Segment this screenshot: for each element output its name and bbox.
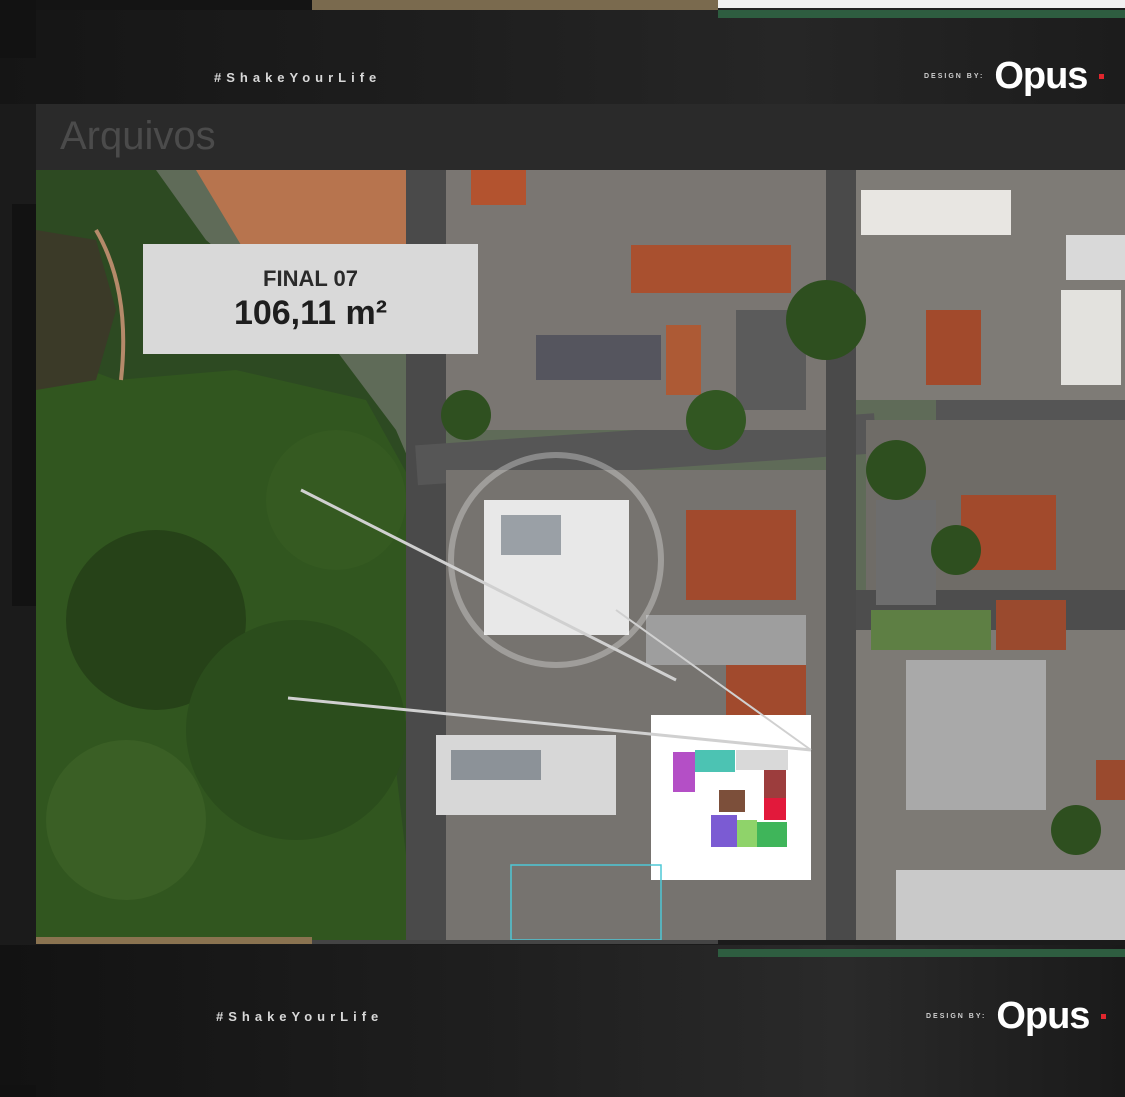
unit-area: 106,11 m²: [233, 293, 388, 332]
footer-brand: DESIGN BY: Opus: [926, 995, 1107, 1038]
unit-info-box: FINAL 07 106,11 m²: [143, 244, 478, 354]
mid-left-gutter: [0, 104, 36, 170]
bottom-stripe-gray: [312, 940, 718, 944]
left-edge-panel: [12, 204, 36, 606]
unit-title: FINAL 07: [263, 265, 358, 291]
background-title: Arquivos: [60, 114, 216, 158]
opus-logo: Opus: [994, 55, 1088, 97]
header-brand: DESIGN BY: Opus: [924, 55, 1105, 98]
top-header: #ShakeYourLife DESIGN BY: Opus: [0, 0, 1125, 104]
bottom-left-gutter: [0, 1085, 36, 1097]
footer-logo-red-dot: [1101, 1014, 1107, 1019]
footer-hashtag: #ShakeYourLife: [216, 1009, 384, 1024]
footer-band: #ShakeYourLife DESIGN BY: Opus: [0, 937, 1125, 1097]
top-stripe-gold: [312, 0, 718, 10]
footer-design-by-label: DESIGN BY:: [926, 1013, 987, 1020]
bottom-stripe-gold: [36, 937, 312, 944]
top-stripe-left: [0, 0, 312, 10]
logo-red-dot: [1099, 74, 1105, 79]
design-by-label: DESIGN BY:: [924, 73, 985, 80]
footer-opus-logo: Opus: [996, 995, 1090, 1037]
top-stripe-white: [718, 0, 1125, 8]
header-hashtag: #ShakeYourLife: [214, 70, 382, 85]
top-left-panel: [0, 0, 36, 58]
bottom-stripe-green: [718, 949, 1125, 957]
top-stripe-green: [718, 10, 1125, 18]
